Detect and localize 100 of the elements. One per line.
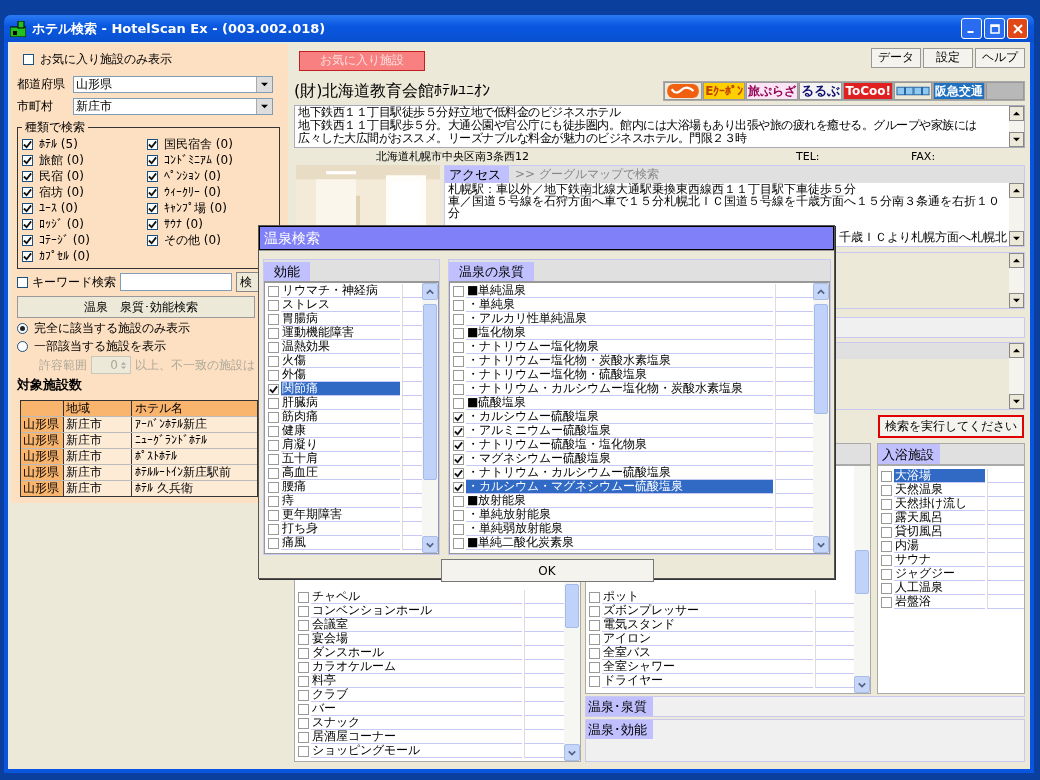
list-item[interactable]: コンベンションホール [311, 604, 522, 618]
run-search-button[interactable]: 検索を実行してください [878, 415, 1024, 438]
table-cell-text: ﾎﾃﾙﾙｰﾄｲﾝ新庄駅前 [134, 465, 232, 480]
list-item[interactable]: 全室シャワー [602, 660, 813, 674]
list-item[interactable]: 火傷 [281, 354, 400, 368]
list-item[interactable]: ・ナトリウムー塩化物泉 [466, 340, 773, 354]
group-title: 種類で検索 [24, 119, 86, 136]
list-item[interactable]: ズボンプレッサー [602, 604, 813, 618]
list-item[interactable]: ■塩化物泉 [466, 326, 773, 340]
checkbox-label: 宿坊 (0) [39, 183, 84, 201]
list-item[interactable]: 更年期障害 [281, 508, 400, 522]
list-item[interactable]: ・マグネシウムー硫酸塩泉 [466, 452, 773, 466]
list-item[interactable]: 運動機能障害 [281, 326, 400, 340]
onsen-search-button[interactable]: 温泉 泉質･効能検索 [17, 296, 255, 318]
list-item[interactable]: 肩凝り [281, 438, 400, 452]
list-item[interactable]: 関節痛 [281, 382, 400, 396]
list-item[interactable]: 五十肩 [281, 452, 400, 466]
site-link-button[interactable]: 阪急交通 [933, 82, 985, 100]
list-item[interactable]: 胃腸病 [281, 312, 400, 326]
list-item[interactable]: 痛風 [281, 536, 400, 550]
list-item[interactable]: 岩盤浴 [894, 595, 985, 609]
checkbox-label: 旅館 (0) [39, 151, 84, 169]
checkbox-label: ﾛｯｼﾞ (0) [39, 217, 84, 231]
table-cell: 新庄市 [64, 481, 132, 496]
list-item[interactable]: 宴会場 [311, 632, 522, 646]
list-item[interactable]: ジャグジー [894, 567, 985, 581]
list-item[interactable]: ショッピングモール [311, 744, 522, 758]
checkbox-label: お気に入り施設のみ表示 [40, 50, 172, 68]
list-item[interactable]: サウナ [894, 553, 985, 567]
access-line: 札幌駅：車以外／地下鉄南北線大通駅乗換東西線西１１丁目駅下車徒歩５分 [448, 183, 857, 195]
list-item[interactable]: 全室バス [602, 646, 813, 660]
toolbar-button[interactable]: 設定 [923, 47, 973, 68]
access-tab[interactable]: アクセス [445, 166, 509, 183]
list-item[interactable]: 腰痛 [281, 480, 400, 494]
city-dropdown[interactable]: 新庄市 [73, 97, 273, 115]
list-item[interactable]: ■単純温泉 [466, 284, 773, 298]
list-item[interactable]: ・カルシウムー硫酸塩泉 [466, 410, 773, 424]
list-item[interactable]: 居酒屋コーナー [311, 730, 522, 744]
list-item[interactable]: ・ナトリウムー塩化物・硫酸塩泉 [466, 368, 773, 382]
list-item[interactable]: バー [311, 702, 522, 716]
table-cell: 新庄市 [64, 465, 132, 480]
list-item[interactable]: ・カルシウム・マグネシウムー硫酸塩泉 [466, 480, 773, 494]
list-item[interactable]: 天然温泉 [894, 483, 985, 497]
list-item[interactable]: 料亭 [311, 674, 522, 688]
site-link-button[interactable]: Eｸｰﾎﾟﾝ [703, 82, 746, 100]
list-item[interactable]: 内湯 [894, 539, 985, 553]
list-item[interactable]: ドライヤー [602, 674, 813, 688]
table-cell: 新庄市 [64, 449, 132, 464]
table-cell: 山形県 [21, 481, 64, 496]
list-item[interactable]: ポット [602, 590, 813, 604]
list-item[interactable]: ・単純泉 [466, 298, 773, 312]
list-item[interactable]: ・ナトリウムー塩化物・炭酸水素塩泉 [466, 354, 773, 368]
list-item[interactable]: ・単純放射能泉 [466, 508, 773, 522]
list-item[interactable]: クラブ [311, 688, 522, 702]
list-item[interactable]: 打ち身 [281, 522, 400, 536]
toolbar-button[interactable]: ヘルプ [975, 47, 1025, 68]
site-link-button[interactable]: るるぶ [799, 82, 843, 100]
field-label: 温泉･効能 [586, 720, 653, 739]
list-item[interactable]: 温熱効果 [281, 340, 400, 354]
ok-button[interactable]: OK [440, 559, 654, 582]
list-item[interactable]: リウマチ・神経病 [281, 284, 400, 298]
list-item[interactable]: 大浴場 [894, 469, 985, 483]
list-item[interactable]: カラオケルーム [311, 660, 522, 674]
prefecture-dropdown[interactable]: 山形県 [73, 75, 273, 93]
list-item[interactable]: 露天風呂 [894, 511, 985, 525]
list-item[interactable]: ■放射能泉 [466, 494, 773, 508]
list-item[interactable]: ・アルミニウムー硫酸塩泉 [466, 424, 773, 438]
site-link-button[interactable]: 旅ぷらざ [746, 82, 799, 100]
list-item[interactable]: 人工温泉 [894, 581, 985, 595]
list-item[interactable]: 健康 [281, 424, 400, 438]
list-item[interactable]: ・ナトリウムー硫酸塩・塩化物泉 [466, 438, 773, 452]
list-item[interactable]: 高血圧 [281, 466, 400, 480]
description-line: 広々した大広間がおススメ。リーズナブルな料金が魅力のビジネスホテル。門限２３時 [298, 132, 747, 145]
list-item[interactable]: ■単純二酸化炭素泉 [466, 536, 773, 550]
list-item[interactable]: ストレス [281, 298, 400, 312]
list-item[interactable]: アイロン [602, 632, 813, 646]
list-item[interactable]: 痔 [281, 494, 400, 508]
list-item[interactable]: ・アルカリ性単純温泉 [466, 312, 773, 326]
checkbox-label: 民宿 (0) [39, 167, 84, 185]
access-line: 千歳ＩＣより札幌方面へ札幌北 [839, 230, 1007, 244]
list-item[interactable]: 会議室 [311, 618, 522, 632]
list-item[interactable]: 電気スタンド [602, 618, 813, 632]
table-cell-text: ﾎﾃﾙ 久兵衛 [134, 481, 194, 496]
list-item[interactable]: 天然掛け流し [894, 497, 985, 511]
window-title: ホテル検索 - HotelScan Ex - (003.002.018) [32, 19, 327, 38]
list-item[interactable]: ダンスホール [311, 646, 522, 660]
list-item[interactable]: 肝臓病 [281, 396, 400, 410]
checkbox-label: キーワード検索 [32, 273, 116, 291]
list-title: 入浴施設 [878, 444, 940, 464]
list-item[interactable]: ■硫酸塩泉 [466, 396, 773, 410]
list-item[interactable]: チャペル [311, 590, 522, 604]
list-item[interactable]: スナック [311, 716, 522, 730]
list-item[interactable]: ・単純弱放射能泉 [466, 522, 773, 536]
toolbar-button[interactable]: データ [871, 47, 921, 68]
site-link-button[interactable]: ToCoo! [843, 82, 893, 100]
table-cell: 新庄市 [64, 417, 132, 432]
list-item[interactable]: 貸切風呂 [894, 525, 985, 539]
list-item[interactable]: ・ナトリウム・カルシウムー塩化物・炭酸水素塩泉 [466, 382, 773, 396]
list-item[interactable]: 筋肉痛 [281, 410, 400, 424]
checkbox-label: ｳｨｰｸﾘｰ (0) [164, 185, 221, 199]
